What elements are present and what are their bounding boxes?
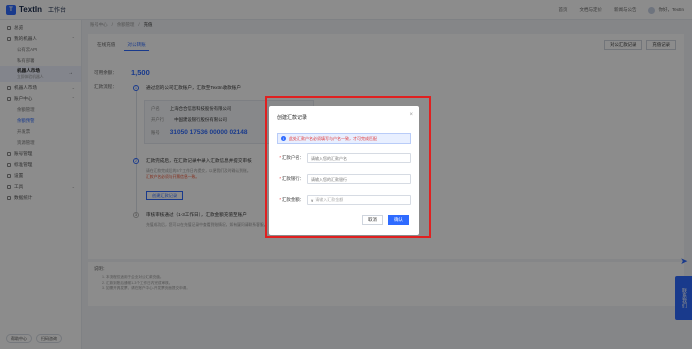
cancel-button[interactable]: 取消 <box>362 215 383 225</box>
info-icon: i <box>281 136 286 141</box>
close-icon[interactable]: × <box>409 112 413 118</box>
remit-amount-row: *汇款金额： ¥ 请输入汇款金额 <box>277 195 411 205</box>
remit-amount-placeholder: 请输入汇款金额 <box>315 197 344 202</box>
currency-prefix: ¥ <box>311 197 314 203</box>
dialog-alert-text: 此处汇款户名必须填写与户名一致，才可完成匹配 <box>289 135 377 141</box>
remit-bank-input[interactable] <box>307 174 411 184</box>
confirm-button[interactable]: 确认 <box>388 215 409 225</box>
remitter-name-input[interactable] <box>307 153 411 163</box>
dialog-alert: i 此处汇款户名必须填写与户名一致，才可完成匹配 <box>277 133 411 144</box>
dialog-title: 创建汇款记录 <box>277 115 308 121</box>
remitter-name-label: *汇款户名： <box>279 155 304 160</box>
remit-amount-label: *汇款金额： <box>279 197 304 202</box>
create-remit-dialog: 创建汇款记录 × i 此处汇款户名必须填写与户名一致，才可完成匹配 *汇款户名：… <box>269 106 419 235</box>
remit-bank-row: *汇款银行： <box>277 174 411 184</box>
remitter-name-row: *汇款户名： <box>277 153 411 163</box>
remit-amount-field[interactable]: ¥ 请输入汇款金额 <box>307 195 411 205</box>
remit-bank-label: *汇款银行： <box>279 176 304 181</box>
